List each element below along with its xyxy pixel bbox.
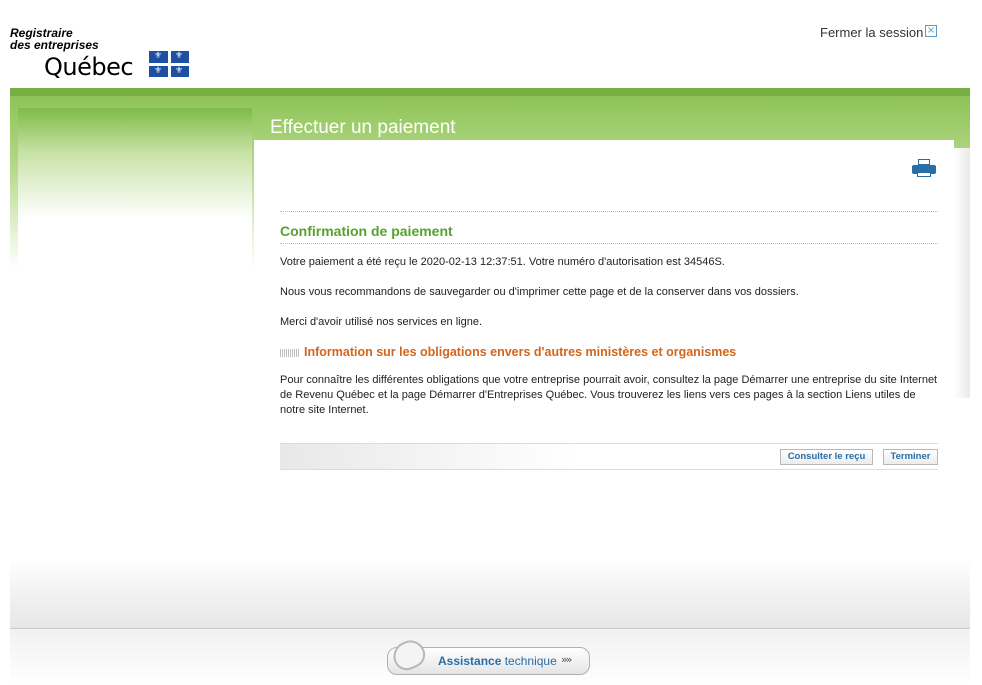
obligations-text: Pour connaître les différentes obligatio… bbox=[280, 374, 938, 416]
divider bbox=[280, 211, 938, 212]
divider bbox=[280, 243, 938, 244]
finish-button[interactable]: Terminer bbox=[883, 449, 938, 465]
logout-link[interactable]: Fermer la session bbox=[820, 25, 923, 40]
view-receipt-button[interactable]: Consulter le reçu bbox=[780, 449, 873, 465]
printer-icon[interactable] bbox=[912, 159, 936, 177]
mouse-icon bbox=[388, 635, 430, 675]
save-recommendation: Nous vous recommandons de sauvegarder ou… bbox=[280, 286, 799, 298]
confirmation-heading: Confirmation de paiement bbox=[280, 223, 453, 239]
close-box-icon[interactable]: × bbox=[925, 25, 937, 37]
registraire-logo: Registraire des entreprises Québec ⚜ ⚜ ⚜… bbox=[10, 27, 210, 83]
quebec-flag-icon: ⚜ ⚜ ⚜ ⚜ bbox=[149, 51, 189, 77]
top-bar bbox=[10, 88, 970, 96]
logo-line-3: Québec bbox=[44, 53, 134, 81]
double-chevron-right-icon: »» bbox=[561, 653, 573, 666]
obligations-heading: Information sur les obligations envers d… bbox=[304, 345, 737, 359]
section-marker-icon bbox=[280, 349, 300, 357]
assistance-label[interactable]: Assistance technique bbox=[438, 654, 557, 668]
content-panel bbox=[254, 140, 954, 485]
thank-you-message: Merci d'avoir utilisé nos services en li… bbox=[280, 316, 483, 328]
left-column bbox=[18, 108, 252, 488]
logo-line-2: des entreprises bbox=[10, 38, 99, 52]
confirmation-message: Votre paiement a été reçu le 2020-02-13 … bbox=[280, 256, 725, 268]
page-title: Effectuer un paiement bbox=[270, 117, 456, 138]
right-shadow bbox=[954, 148, 970, 398]
